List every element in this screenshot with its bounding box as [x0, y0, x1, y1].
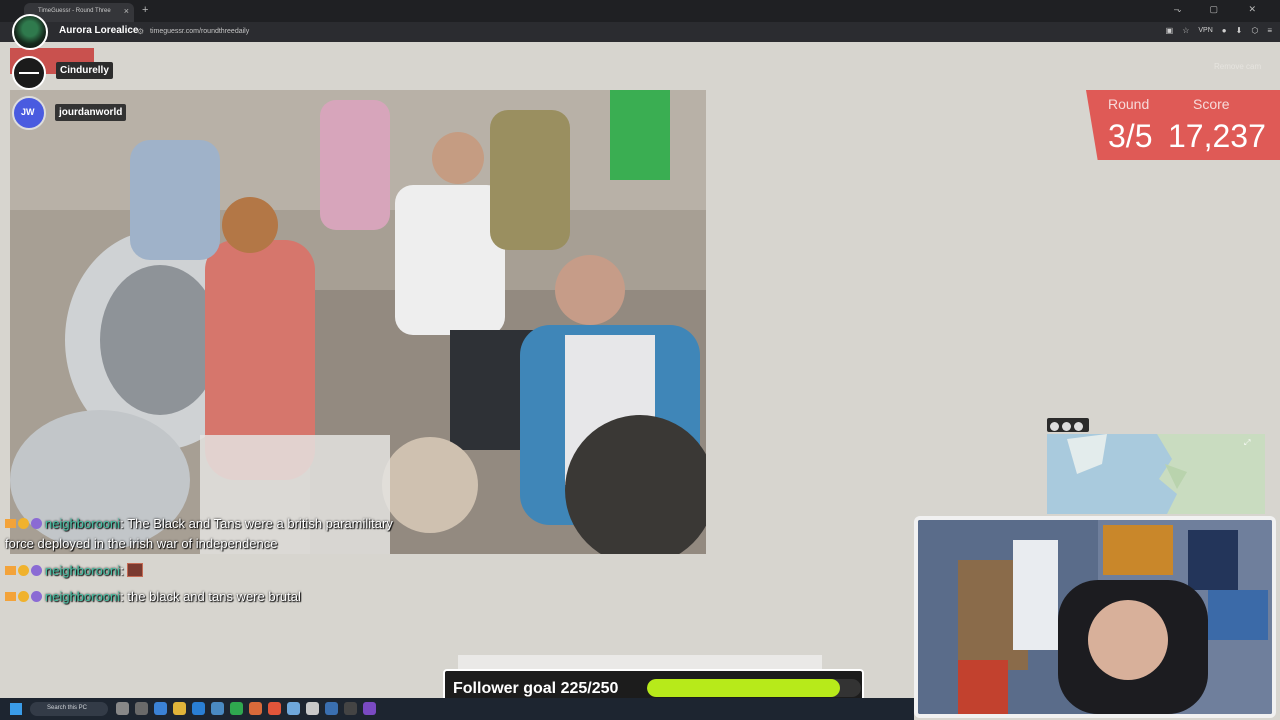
- guess-minimap[interactable]: [1047, 434, 1265, 514]
- url-field[interactable]: timeguessr.com/roundthreedaily: [150, 28, 249, 35]
- taskbar-search[interactable]: Search this PC: [30, 702, 108, 716]
- browser-tab-bar: TimeGuessr - Round Three × + ⌄ – ▢ ✕: [0, 0, 1280, 22]
- cam-avatar: [12, 56, 46, 90]
- crown-badge-icon: [5, 519, 16, 528]
- steam-icon[interactable]: [211, 702, 224, 715]
- cam-avatar-jw: [12, 96, 46, 130]
- chat-username[interactable]: neighborooni: [45, 516, 120, 531]
- task-view-icon[interactable]: [135, 702, 148, 715]
- menu-icon[interactable]: ≡: [1267, 26, 1272, 35]
- window-controls[interactable]: – ▢ ✕: [1174, 4, 1270, 15]
- prime-badge-icon: [31, 518, 42, 529]
- chat-text: the black and tans were brutal: [127, 589, 301, 604]
- download-icon[interactable]: ⬇: [1236, 26, 1243, 35]
- coin-badge-icon: [18, 518, 29, 529]
- tab-close-icon[interactable]: ×: [124, 6, 129, 16]
- new-tab-button[interactable]: +: [142, 4, 148, 16]
- map-pin-icon[interactable]: [1062, 422, 1071, 431]
- chat-username[interactable]: neighborooni: [45, 589, 120, 604]
- extensions-icon[interactable]: ⬡: [1251, 26, 1258, 35]
- coin-badge-icon: [18, 565, 29, 576]
- streamer-avatar: [12, 14, 48, 50]
- wallet-icon[interactable]: ●: [1222, 26, 1227, 35]
- map-zoom-in-icon[interactable]: [1074, 422, 1083, 431]
- prime-badge-icon: [31, 591, 42, 602]
- vpn-button[interactable]: VPN: [1198, 27, 1212, 34]
- brave-icon[interactable]: [268, 702, 281, 715]
- webcam-illustration: [918, 520, 1272, 714]
- windows-start-icon[interactable]: [10, 703, 22, 715]
- firefox-icon[interactable]: [249, 702, 262, 715]
- cam-name-tag: Cindurelly: [56, 62, 113, 79]
- map-zoom-out-icon[interactable]: [1050, 422, 1059, 431]
- game-photo: [10, 90, 706, 554]
- crown-badge-icon: [5, 592, 16, 601]
- browser-toolbar: ▣ ☆ VPN ● ⬇ ⬡ ≡: [1166, 26, 1272, 35]
- chat-message: neighborooni:: [5, 561, 144, 581]
- folder-icon[interactable]: [173, 702, 186, 715]
- remove-cam-button[interactable]: Remove cam: [1214, 62, 1261, 71]
- notes-icon[interactable]: [306, 702, 319, 715]
- widgets-icon[interactable]: [116, 702, 129, 715]
- tab-title: TimeGuessr - Round Three: [38, 8, 111, 14]
- chat-message: neighborooni: The Black and Tans were a …: [5, 516, 393, 551]
- webcam-feed: [914, 516, 1276, 718]
- windows-taskbar: Search this PC: [0, 698, 914, 720]
- follower-goal-track: [647, 679, 861, 697]
- round-label: Round: [1108, 96, 1150, 112]
- xbox-icon[interactable]: [230, 702, 243, 715]
- screenshot-icon[interactable]: ▣: [1166, 26, 1174, 35]
- streamer-name: Aurora Lorealice: [59, 25, 139, 36]
- taskbar-apps: [116, 702, 376, 715]
- edge-icon[interactable]: [192, 702, 205, 715]
- chat-message: neighborooni: the black and tans were br…: [5, 587, 301, 607]
- twitch-icon[interactable]: [363, 702, 376, 715]
- emote-icon: [127, 563, 144, 577]
- search-placeholder: Search this PC: [47, 705, 88, 711]
- chat-username[interactable]: neighborooni: [45, 563, 120, 578]
- address-bar: ⚙ timeguessr.com/roundthreedaily ▣ ☆ VPN…: [0, 22, 1280, 42]
- score-value: 17,237: [1168, 118, 1266, 154]
- map-illustration: [1047, 434, 1265, 514]
- crowd-photo-illustration: [10, 90, 706, 554]
- photos-icon[interactable]: [325, 702, 338, 715]
- crown-badge-icon: [5, 566, 16, 575]
- follower-goal-label: Follower goal 225/250: [453, 680, 619, 697]
- coin-badge-icon: [18, 591, 29, 602]
- round-value: 3/5: [1108, 118, 1153, 154]
- chrome-icon[interactable]: [154, 702, 167, 715]
- prime-badge-icon: [31, 565, 42, 576]
- map-expand-icon[interactable]: ⤢: [1244, 438, 1250, 448]
- score-panel: Round Score 3/5 17,237: [1086, 90, 1280, 160]
- score-label: Score: [1193, 96, 1230, 112]
- follower-goal-fill: [647, 679, 840, 697]
- app-icon[interactable]: [287, 702, 300, 715]
- map-tools: [1047, 418, 1089, 432]
- cam-name-tag: jourdanworld: [55, 104, 127, 121]
- obs-icon[interactable]: [344, 702, 357, 715]
- bookmark-star-icon[interactable]: ☆: [1182, 26, 1189, 35]
